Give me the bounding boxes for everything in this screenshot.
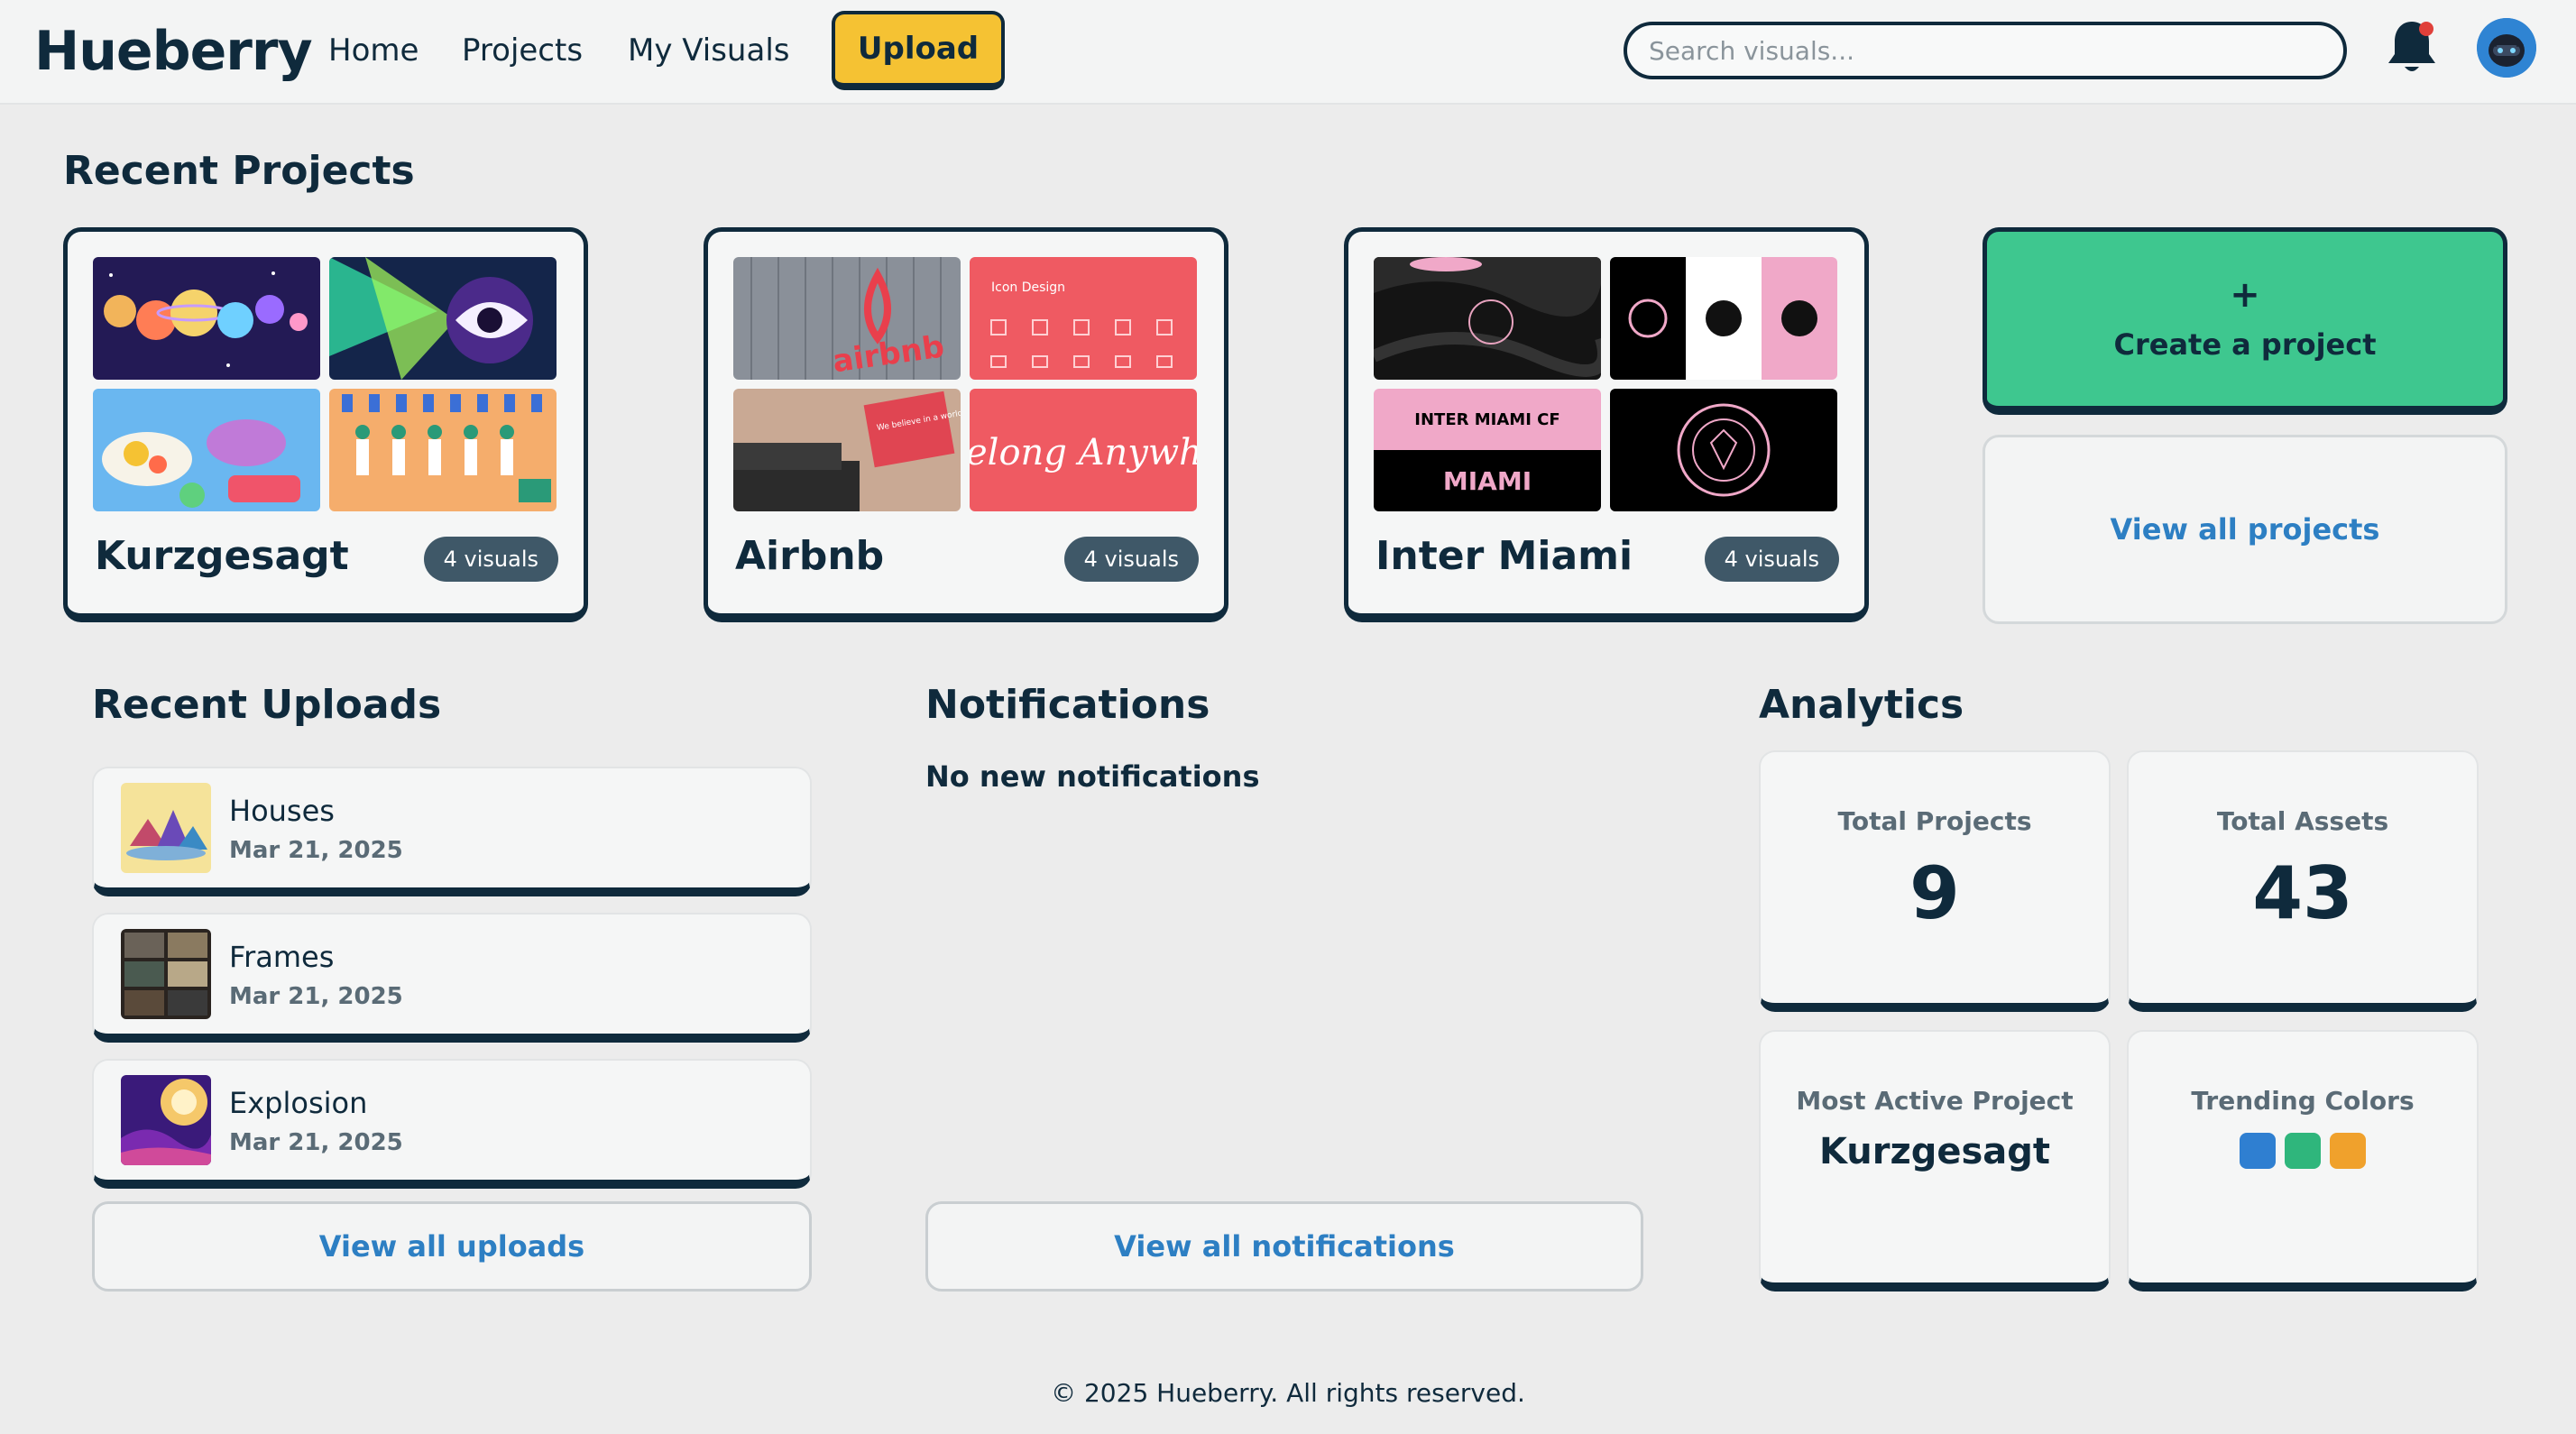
upload-item-houses[interactable]: Houses Mar 21, 2025 bbox=[92, 767, 812, 896]
thumbnail-billboard: We believe in a world where people belon… bbox=[733, 389, 961, 511]
view-all-projects-button[interactable]: View all projects bbox=[1983, 435, 2507, 624]
upload-title: Frames bbox=[229, 940, 335, 974]
recent-projects-title: Recent Projects bbox=[63, 148, 415, 194]
thumbnail-icon-design: Icon Design bbox=[970, 257, 1197, 380]
create-project-button[interactable]: + Create a project bbox=[1983, 227, 2507, 415]
analytics-title: Analytics bbox=[1759, 682, 1964, 728]
upload-button[interactable]: Upload bbox=[832, 11, 1005, 90]
nav-home[interactable]: Home bbox=[328, 32, 419, 69]
upload-title: Explosion bbox=[229, 1086, 368, 1120]
nav-my-visuals[interactable]: My Visuals bbox=[628, 32, 789, 69]
project-card-inter-miami[interactable]: INTER MIAMI CF MIAMI Inter Miami 4 visua… bbox=[1344, 227, 1869, 622]
project-name: Kurzgesagt bbox=[95, 533, 349, 579]
thumbnail-airbnb-building: airbnb bbox=[733, 257, 961, 380]
thumbnail-space-creature bbox=[329, 257, 557, 380]
thumbnail-black-fabric bbox=[1374, 257, 1601, 380]
visuals-count-badge: 4 visuals bbox=[1704, 537, 1839, 582]
upload-thumbnail bbox=[121, 1075, 211, 1165]
upload-date: Mar 21, 2025 bbox=[229, 983, 403, 1010]
project-thumbnails bbox=[93, 257, 558, 513]
upload-thumbnail bbox=[121, 929, 211, 1019]
most-active-project-card: Most Active Project Kurzgesagt bbox=[1759, 1030, 2111, 1292]
trending-colors-card: Trending Colors bbox=[2127, 1030, 2479, 1292]
view-all-notifications-button[interactable]: View all notifications bbox=[925, 1201, 1643, 1292]
footer-copyright: © 2025 Hueberry. All rights reserved. bbox=[1051, 1378, 1525, 1408]
belong-anywhere-text: elong Anywher bbox=[970, 432, 1197, 473]
upload-item-explosion[interactable]: Explosion Mar 21, 2025 bbox=[92, 1059, 812, 1189]
project-name: Airbnb bbox=[735, 533, 885, 579]
icon-design-text: Icon Design bbox=[991, 280, 1065, 295]
bell-icon[interactable] bbox=[2385, 18, 2439, 76]
project-name: Inter Miami bbox=[1375, 533, 1633, 579]
top-navbar: Hueberry Home Projects My Visuals Upload bbox=[0, 0, 2576, 105]
nav-projects[interactable]: Projects bbox=[462, 32, 583, 69]
total-projects-card: Total Projects 9 bbox=[1759, 750, 2111, 1012]
thumbnail-inter-miami-logo: INTER MIAMI CF MIAMI bbox=[1374, 389, 1601, 511]
project-card-kurzgesagt[interactable]: Kurzgesagt 4 visuals bbox=[63, 227, 588, 622]
avatar[interactable] bbox=[2477, 18, 2536, 78]
inter-miami-cf-text: INTER MIAMI CF bbox=[1414, 410, 1559, 429]
visuals-count-badge: 4 visuals bbox=[423, 537, 558, 582]
stat-label: Trending Colors bbox=[2191, 1086, 2415, 1116]
app-logo[interactable]: Hueberry bbox=[34, 20, 313, 83]
color-swatches bbox=[2129, 1133, 2477, 1169]
thumbnail-food bbox=[93, 389, 320, 511]
thumbnail-people bbox=[329, 389, 557, 511]
total-assets-card: Total Assets 43 bbox=[2127, 750, 2479, 1012]
search-input[interactable] bbox=[1624, 22, 2347, 79]
view-all-uploads-button[interactable]: View all uploads bbox=[92, 1201, 812, 1292]
recent-uploads-title: Recent Uploads bbox=[92, 682, 442, 728]
upload-title: Houses bbox=[229, 794, 335, 828]
color-swatch[interactable] bbox=[2285, 1133, 2321, 1169]
project-card-airbnb[interactable]: airbnb Icon Design We believe in a world… bbox=[704, 227, 1228, 622]
project-thumbnails: airbnb Icon Design We believe in a world… bbox=[733, 257, 1199, 513]
no-notifications-text: No new notifications bbox=[925, 759, 1260, 794]
upload-date: Mar 21, 2025 bbox=[229, 837, 403, 864]
stat-value: 43 bbox=[2252, 851, 2353, 935]
upload-item-frames[interactable]: Frames Mar 21, 2025 bbox=[92, 913, 812, 1043]
stat-value: 9 bbox=[1909, 851, 1960, 935]
most-active-project-name: Kurzgesagt bbox=[1818, 1131, 2051, 1172]
color-swatch[interactable] bbox=[2240, 1133, 2276, 1169]
stat-label: Total Projects bbox=[1837, 806, 2032, 836]
thumbnail-belong-anywhere: elong Anywher bbox=[970, 389, 1197, 511]
plus-icon: + bbox=[2230, 273, 2260, 316]
miami-text: MIAMI bbox=[1443, 466, 1532, 496]
create-project-label: Create a project bbox=[2113, 326, 2377, 362]
project-thumbnails: INTER MIAMI CF MIAMI bbox=[1374, 257, 1839, 513]
thumbnail-crest bbox=[1610, 389, 1837, 511]
stat-label: Most Active Project bbox=[1796, 1086, 2074, 1116]
upload-date: Mar 21, 2025 bbox=[229, 1129, 403, 1156]
thumbnail-planets bbox=[93, 257, 320, 380]
visuals-count-badge: 4 visuals bbox=[1063, 537, 1199, 582]
upload-thumbnail bbox=[121, 783, 211, 873]
color-swatch[interactable] bbox=[2330, 1133, 2366, 1169]
notifications-title: Notifications bbox=[925, 682, 1210, 728]
thumbnail-crest-panels bbox=[1610, 257, 1837, 380]
stat-label: Total Assets bbox=[2216, 806, 2389, 836]
